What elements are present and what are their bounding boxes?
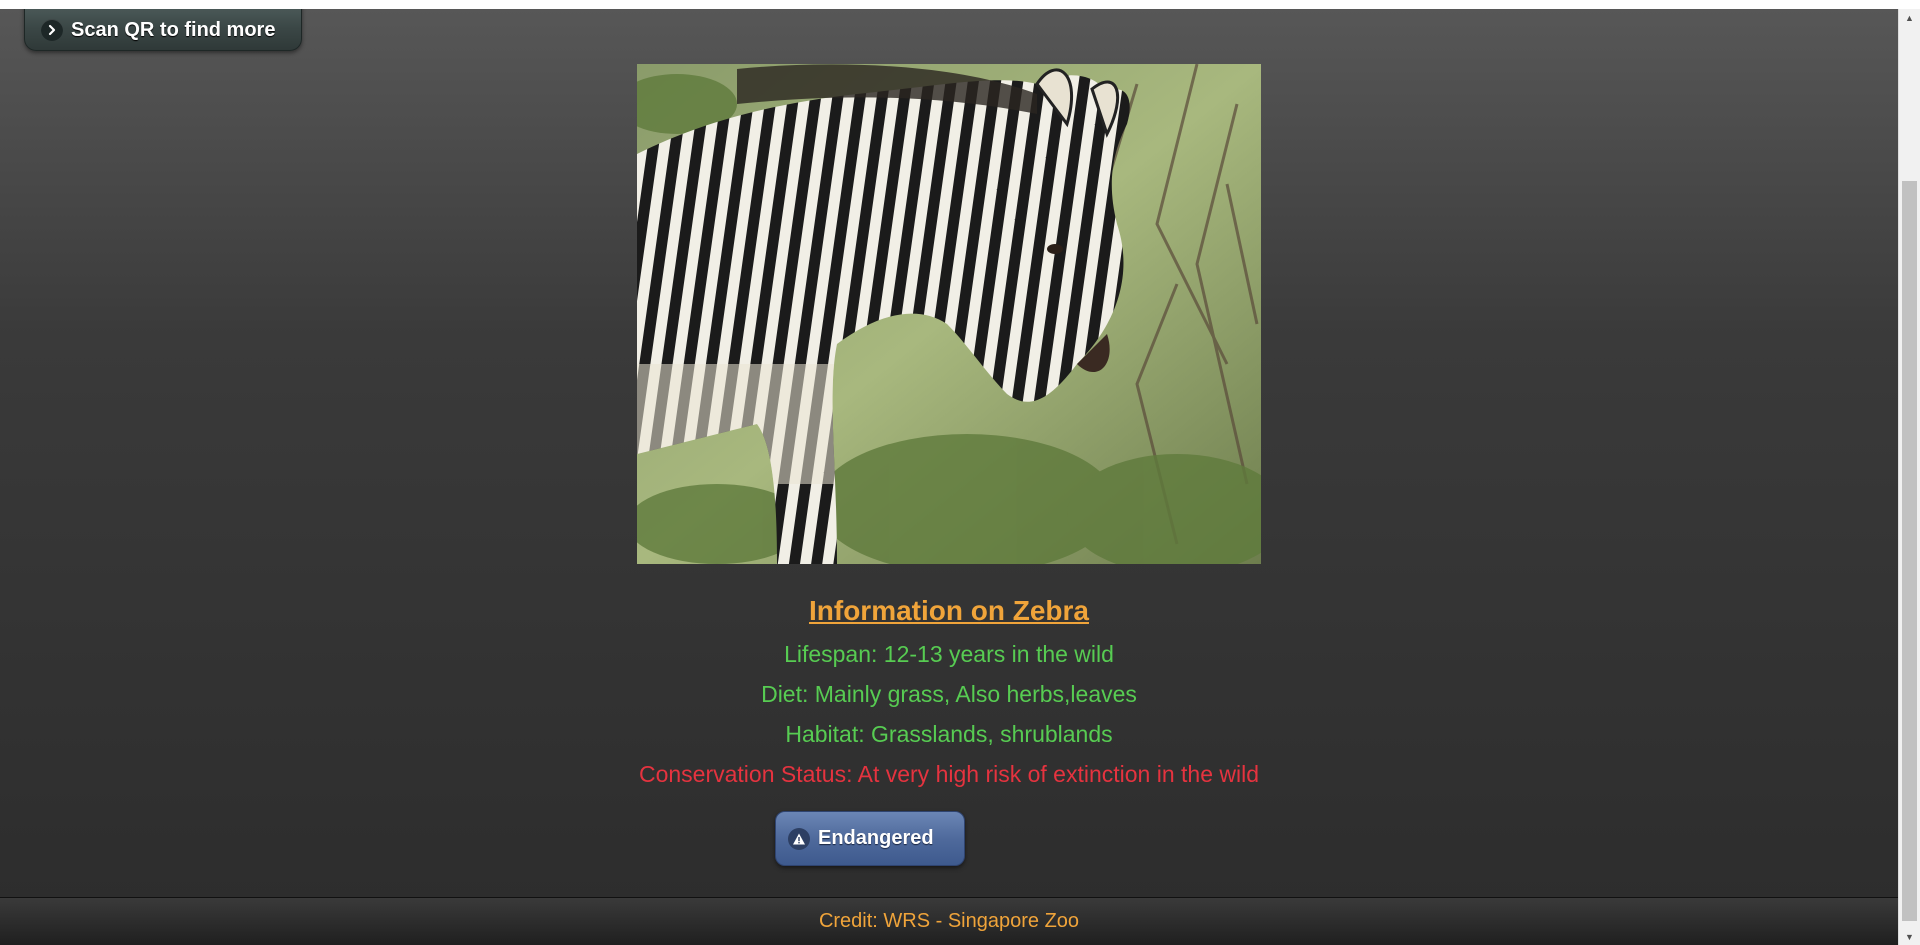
scan-qr-button-label: Scan QR to find more: [71, 18, 276, 41]
credit-text: Credit: WRS - Singapore Zoo: [818, 910, 1080, 932]
scan-qr-button[interactable]: Scan QR to find more: [24, 9, 302, 51]
endangered-button-label: Endangered: [818, 827, 934, 849]
conservation-status-text: Conservation Status: At very high risk o…: [638, 761, 1260, 787]
zebra-photo: [637, 64, 1261, 564]
diet-text: Diet: Mainly grass, Also herbs,leaves: [761, 681, 1137, 707]
warning-icon: [788, 827, 810, 850]
footer: Credit: WRS - Singapore Zoo: [0, 897, 1898, 945]
chevron-right-icon: [41, 19, 63, 41]
endangered-button[interactable]: Endangered: [775, 811, 965, 866]
page-content: Scan QR to find more Information on Zebr…: [0, 9, 1898, 945]
habitat-text: Habitat: Grasslands, shrublands: [785, 721, 1113, 747]
scrollbar-thumb[interactable]: [1902, 181, 1917, 921]
vertical-scrollbar[interactable]: ▲ ▼: [1898, 9, 1920, 945]
lifespan-text: Lifespan: 12-13 years in the wild: [784, 641, 1114, 667]
scroll-down-arrow-icon[interactable]: ▼: [1899, 928, 1920, 945]
scroll-up-arrow-icon[interactable]: ▲: [1899, 9, 1920, 26]
info-title: Information on Zebra: [809, 595, 1089, 626]
